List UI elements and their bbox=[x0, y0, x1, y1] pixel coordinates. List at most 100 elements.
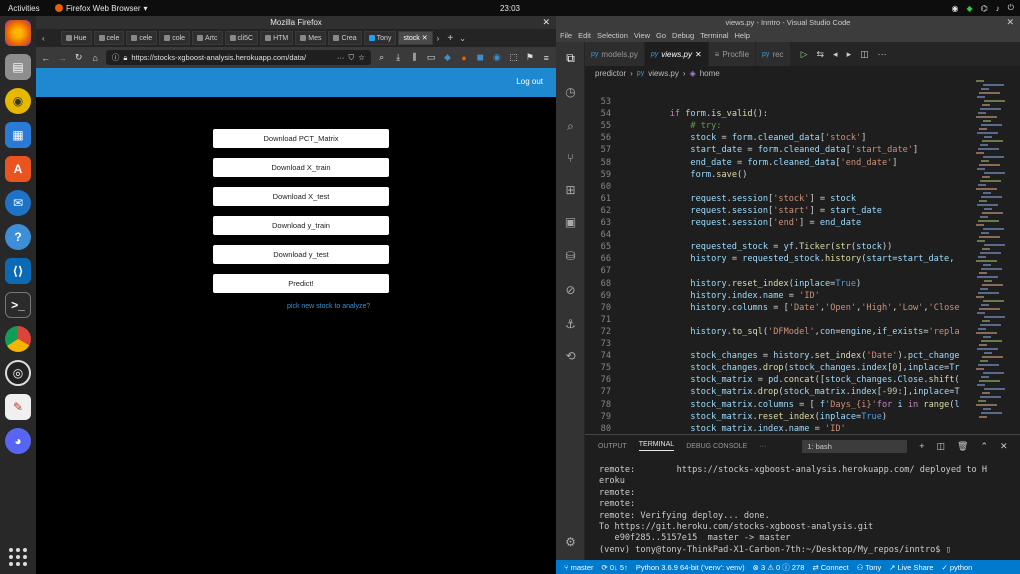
hamburger-menu-icon[interactable]: ≡ bbox=[541, 53, 552, 63]
split-editor-icon[interactable]: ◫ bbox=[860, 49, 869, 60]
panel-tab-more[interactable]: ··· bbox=[759, 443, 766, 450]
browser-tab[interactable]: cele bbox=[93, 31, 125, 45]
browser-tab[interactable]: Mes bbox=[295, 31, 327, 45]
breadcrumb-item[interactable]: predictor bbox=[595, 69, 626, 78]
files-icon[interactable]: ▤ bbox=[5, 54, 31, 80]
page-actions-icon[interactable]: ··· bbox=[337, 53, 345, 62]
menu-file[interactable]: File bbox=[560, 31, 572, 40]
menu-go[interactable]: Go bbox=[656, 31, 666, 40]
terminal-select[interactable]: 1: bash bbox=[802, 439, 908, 453]
pocket-icon[interactable]: ⛉ bbox=[349, 53, 355, 63]
activities-button[interactable]: Activities bbox=[0, 4, 55, 13]
menu-help[interactable]: Help bbox=[734, 31, 749, 40]
code-line[interactable]: 71 bbox=[585, 314, 965, 326]
tab-models-py[interactable]: py models.py bbox=[585, 42, 645, 66]
vscode-icon[interactable]: ⟨⟩ bbox=[5, 258, 31, 284]
network-icon[interactable]: ⌬ bbox=[981, 4, 988, 13]
tab-list-icon[interactable]: ⌄ bbox=[459, 34, 466, 43]
reload-icon[interactable]: ↻ bbox=[73, 52, 84, 63]
vpn-icon[interactable]: ◆ bbox=[967, 4, 973, 13]
show-applications-icon[interactable] bbox=[9, 548, 27, 566]
terminal-output[interactable]: remote: https://stocks-xgboost-analysis.… bbox=[599, 465, 987, 556]
download-x-test-button[interactable]: Download X_test bbox=[213, 187, 389, 206]
rhythmbox-icon[interactable]: ◉ bbox=[5, 88, 31, 114]
code-line[interactable]: 70 history.columns = ['Date','Open','Hig… bbox=[585, 302, 965, 314]
settings-gear-icon[interactable]: ⚙ bbox=[562, 534, 579, 551]
bookmark-star-icon[interactable]: ☆ bbox=[358, 53, 365, 62]
discord-icon[interactable]: ◕ bbox=[5, 428, 31, 454]
home-icon[interactable]: ⌂ bbox=[89, 53, 100, 63]
logout-link[interactable]: Log out bbox=[516, 77, 543, 86]
extension-icon[interactable]: ⚑ bbox=[524, 52, 535, 63]
panel-tab-output[interactable]: OUTPUT bbox=[598, 443, 627, 450]
code-line[interactable]: 80 stock_matrix.index.name = 'ID' bbox=[585, 423, 965, 432]
breadcrumb-item[interactable]: home bbox=[700, 69, 720, 78]
account-status[interactable]: ⚇ Tony bbox=[857, 563, 882, 572]
extension-icon[interactable]: ● bbox=[458, 53, 469, 63]
browser-tab[interactable]: Hue bbox=[60, 31, 92, 45]
code-editor[interactable]: 53 54 if form.is_valid(): 55 # try: 56 stoc… bbox=[585, 80, 965, 432]
software-center-icon[interactable]: A bbox=[5, 156, 31, 182]
code-line[interactable]: 77 stock_matrix.drop(stock_matrix.index[… bbox=[585, 386, 965, 398]
download-pct-matrix-button[interactable]: Download PCT_Matrix bbox=[213, 129, 389, 148]
browser-tab-active[interactable]: stock ✕ bbox=[398, 31, 433, 45]
discord-tray-icon[interactable]: ◉ bbox=[952, 4, 959, 13]
close-icon[interactable]: ✕ bbox=[1006, 16, 1014, 29]
pick-new-stock-link[interactable]: pick new stock to analyze? bbox=[287, 303, 370, 310]
downloads-icon[interactable]: ⤓ bbox=[392, 52, 403, 63]
clock[interactable]: 23:03 bbox=[500, 4, 520, 13]
git-branch[interactable]: ⑂ master bbox=[564, 563, 594, 572]
new-terminal-icon[interactable]: + bbox=[919, 441, 924, 451]
extension-icon[interactable]: ⬚ bbox=[508, 52, 519, 63]
browser-tab[interactable]: Artc bbox=[192, 31, 223, 45]
code-line[interactable]: 72 history.to_sql('DFModel',con=engine,i… bbox=[585, 326, 965, 338]
help-icon[interactable]: ? bbox=[5, 224, 31, 250]
tab-rec[interactable]: py rec bbox=[756, 42, 791, 66]
language-mode[interactable]: ✓ python bbox=[941, 563, 972, 572]
url-text[interactable]: https://stocks-xgboost-analysis.herokuap… bbox=[131, 53, 333, 62]
menu-debug[interactable]: Debug bbox=[672, 31, 694, 40]
split-terminal-icon[interactable]: ◫ bbox=[937, 441, 946, 452]
run-icon[interactable]: ▷ bbox=[801, 49, 808, 60]
code-line[interactable]: 79 stock_matrix.reset_index(inplace=True… bbox=[585, 411, 965, 423]
maximize-panel-icon[interactable]: ⌃ bbox=[980, 441, 988, 452]
code-line[interactable]: 76 stock_matrix = pd.concat([stock_chang… bbox=[585, 374, 965, 386]
code-line[interactable]: 68 history.reset_index(inplace=True) bbox=[585, 278, 965, 290]
code-line[interactable]: 57 start_date = form.cleaned_data['start… bbox=[585, 144, 965, 156]
live-share-icon[interactable]: ⟲ bbox=[562, 348, 579, 365]
code-line[interactable]: 65 requested_stock = yf.Ticker(str(stock… bbox=[585, 241, 965, 253]
predict-button[interactable]: Predict! bbox=[213, 274, 389, 293]
address-bar[interactable]: ⓘ 🔒︎ https://stocks-xgboost-analysis.her… bbox=[105, 50, 371, 65]
library-icon[interactable]: ⫼ bbox=[409, 52, 420, 63]
extensions-icon[interactable]: ⊞ bbox=[562, 182, 579, 199]
browser-tab[interactable]: cli5C bbox=[224, 31, 259, 45]
close-tab-icon[interactable]: ✕ bbox=[422, 34, 428, 42]
browser-tab[interactable]: cele bbox=[126, 31, 158, 45]
sync-status[interactable]: ⟳ 0↓ 5↑ bbox=[602, 563, 628, 572]
code-line[interactable]: 78 stock_matrix.columns = [ f'Days_{i}'f… bbox=[585, 399, 965, 411]
code-line[interactable]: 75 stock_changes.drop(stock_changes.inde… bbox=[585, 362, 965, 374]
text-editor-icon[interactable]: ✎ bbox=[5, 394, 31, 420]
python-interpreter[interactable]: Python 3.6.9 64-bit ('venv': venv) bbox=[636, 563, 745, 572]
more-actions-icon[interactable]: ··· bbox=[878, 49, 887, 60]
download-y-test-button[interactable]: Download y_test bbox=[213, 245, 389, 264]
close-panel-icon[interactable]: ✕ bbox=[1000, 441, 1008, 452]
chrome-icon[interactable] bbox=[5, 326, 31, 352]
docker-icon[interactable]: ⚓ bbox=[562, 316, 579, 333]
libreoffice-writer-icon[interactable]: ▦ bbox=[5, 122, 31, 148]
lock-icon[interactable]: 🔒︎ bbox=[123, 53, 127, 63]
tabs-scroll-left-icon[interactable]: ‹ bbox=[40, 34, 59, 43]
terminal-icon[interactable]: >_ bbox=[5, 292, 31, 318]
menu-view[interactable]: View bbox=[634, 31, 650, 40]
code-line[interactable]: 56 stock = form.cleaned_data['stock'] bbox=[585, 132, 965, 144]
search-icon[interactable]: ⌕ bbox=[562, 118, 579, 135]
obs-icon[interactable]: ◎ bbox=[5, 360, 31, 386]
compare-icon[interactable]: ⇆ bbox=[816, 49, 824, 60]
code-line[interactable]: 74 stock_changes = history.set_index('Da… bbox=[585, 350, 965, 362]
download-y-train-button[interactable]: Download y_train bbox=[213, 216, 389, 235]
code-line[interactable]: 53 bbox=[585, 96, 965, 108]
browser-tab[interactable]: Crea bbox=[328, 31, 362, 45]
volume-icon[interactable]: ♪ bbox=[996, 4, 1000, 13]
minimap[interactable] bbox=[972, 80, 1018, 432]
code-line[interactable]: 60 bbox=[585, 181, 965, 193]
